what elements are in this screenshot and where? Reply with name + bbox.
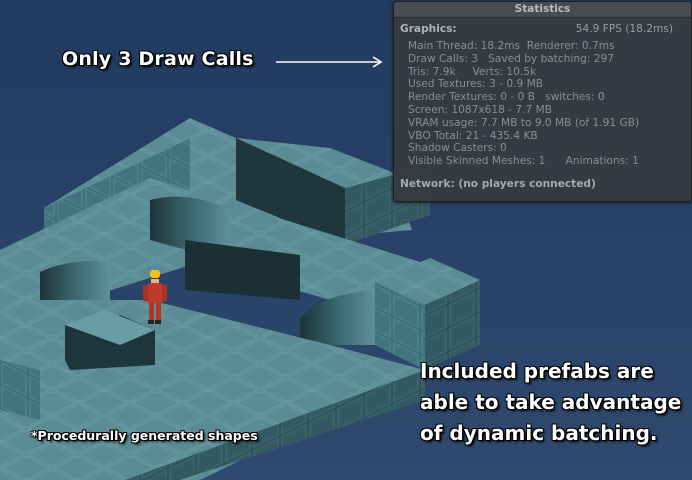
- stat-screen: Screen: 1087x618 - 7.7 MB: [408, 103, 552, 116]
- graphics-row: Graphics: 54.9 FPS (18.2ms): [400, 23, 673, 37]
- statistics-panel: Statistics Graphics: 54.9 FPS (18.2ms) M…: [393, 1, 692, 202]
- prefabs-caption-line-1: Included prefabs are: [420, 359, 654, 383]
- stat-vram: VRAM usage: 7.7 MB to 9.0 MB (of 1.91 GB…: [408, 116, 640, 129]
- left-edge-wall: [0, 360, 40, 420]
- stat-shadow-casters: Shadow Casters: 0: [408, 142, 507, 155]
- draw-calls-caption: Only 3 Draw Calls: [62, 48, 254, 70]
- stat-skinned-meshes: Visible Skinned Meshes: 1 Animations: 1: [408, 155, 639, 168]
- prefabs-caption-line-3: of dynamic batching.: [420, 421, 658, 445]
- stat-tris-verts: Tris: 7.9k Verts: 10.5k: [408, 65, 537, 78]
- stats-list: Main Thread: 18.2ms Renderer: 0.7ms Draw…: [408, 40, 681, 168]
- stat-main-thread: Main Thread: 18.2ms Renderer: 0.7ms: [408, 40, 615, 52]
- graphics-label: Graphics:: [400, 23, 457, 35]
- stat-vbo: VBO Total: 21 - 435.4 KB: [408, 129, 538, 142]
- network-status: Network: (no players connected): [400, 178, 596, 190]
- arrow-icon: [276, 56, 383, 68]
- panel-title: Statistics: [394, 2, 691, 18]
- stat-draw-calls: Draw Calls: 3 Saved by batching: 297: [408, 52, 615, 65]
- prefabs-caption: Included prefabs are able to take advant…: [420, 356, 681, 449]
- fps-readout: 54.9 FPS (18.2ms): [575, 23, 673, 35]
- prefabs-caption-line-2: able to take advantage: [420, 390, 682, 414]
- procedural-caption: *Procedurally generated shapes: [31, 428, 258, 443]
- stat-used-textures: Used Textures: 3 - 0.9 MB: [408, 78, 544, 91]
- stat-render-textures: Render Textures: 0 - 0 B switches: 0: [408, 91, 605, 104]
